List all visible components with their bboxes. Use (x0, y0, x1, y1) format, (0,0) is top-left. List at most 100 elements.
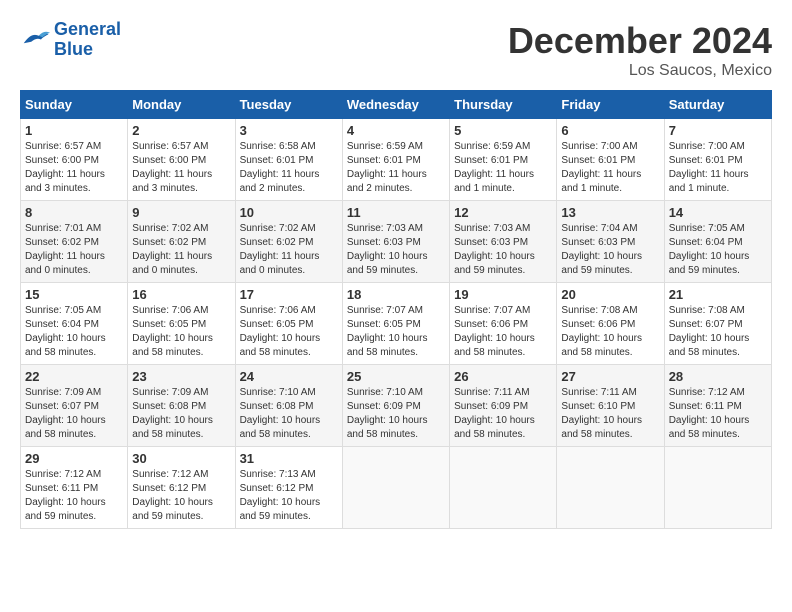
day-number: 20 (561, 287, 659, 302)
weekday-header-saturday: Saturday (664, 91, 771, 119)
calendar-cell: 6 Sunrise: 7:00 AM Sunset: 6:01 PM Daylig… (557, 119, 664, 201)
day-info: Sunrise: 7:01 AM Sunset: 6:02 PM Dayligh… (25, 222, 123, 278)
calendar-cell (450, 447, 557, 529)
day-info: Sunrise: 7:03 AM Sunset: 6:03 PM Dayligh… (347, 222, 445, 278)
day-info: Sunrise: 7:00 AM Sunset: 6:01 PM Dayligh… (561, 140, 659, 196)
day-info: Sunrise: 7:09 AM Sunset: 6:07 PM Dayligh… (25, 386, 123, 442)
calendar-cell (664, 447, 771, 529)
day-info: Sunrise: 7:07 AM Sunset: 6:05 PM Dayligh… (347, 304, 445, 360)
day-number: 31 (240, 451, 338, 466)
header: General Blue December 2024 Los Saucos, M… (20, 20, 772, 80)
weekday-header-friday: Friday (557, 91, 664, 119)
calendar-cell: 11Sunrise: 7:03 AM Sunset: 6:03 PM Dayli… (342, 201, 449, 283)
day-info: Sunrise: 7:11 AM Sunset: 6:10 PM Dayligh… (561, 386, 659, 442)
day-number: 15 (25, 287, 123, 302)
day-number: 7 (669, 123, 767, 138)
day-info: Sunrise: 7:05 AM Sunset: 6:04 PM Dayligh… (669, 222, 767, 278)
day-number: 8 (25, 205, 123, 220)
day-info: Sunrise: 6:57 AM Sunset: 6:00 PM Dayligh… (25, 140, 123, 196)
calendar-cell: 14 Sunrise: 7:05 AM Sunset: 6:04 PM Dayli… (664, 201, 771, 283)
day-number: 6 (561, 123, 659, 138)
day-info: Sunrise: 7:00 AM Sunset: 6:01 PM Dayligh… (669, 140, 767, 196)
day-info: Sunrise: 7:08 AM Sunset: 6:06 PM Dayligh… (561, 304, 659, 360)
calendar-cell: 5Sunrise: 6:59 AM Sunset: 6:01 PM Daylig… (450, 119, 557, 201)
day-number: 4 (347, 123, 445, 138)
calendar-cell: 9Sunrise: 7:02 AM Sunset: 6:02 PM Daylig… (128, 201, 235, 283)
calendar-cell: 15 Sunrise: 7:05 AM Sunset: 6:04 PM Dayli… (21, 283, 128, 365)
day-info: Sunrise: 6:57 AM Sunset: 6:00 PM Dayligh… (132, 140, 230, 196)
day-number: 14 (669, 205, 767, 220)
day-info: Sunrise: 7:06 AM Sunset: 6:05 PM Dayligh… (132, 304, 230, 360)
day-number: 24 (240, 369, 338, 384)
day-number: 10 (240, 205, 338, 220)
week-row-5: 29 Sunrise: 7:12 AM Sunset: 6:11 PM Dayli… (21, 447, 772, 529)
day-info: Sunrise: 7:05 AM Sunset: 6:04 PM Dayligh… (25, 304, 123, 360)
day-info: Sunrise: 7:03 AM Sunset: 6:03 PM Dayligh… (454, 222, 552, 278)
day-number: 5 (454, 123, 552, 138)
day-number: 1 (25, 123, 123, 138)
weekday-header-wednesday: Wednesday (342, 91, 449, 119)
day-info: Sunrise: 6:58 AM Sunset: 6:01 PM Dayligh… (240, 140, 338, 196)
weekday-header-sunday: Sunday (21, 91, 128, 119)
calendar-cell: 2 Sunrise: 6:57 AM Sunset: 6:00 PM Daylig… (128, 119, 235, 201)
calendar-cell: 25 Sunrise: 7:10 AM Sunset: 6:09 PM Dayli… (342, 365, 449, 447)
logo-general: General (54, 19, 121, 39)
day-number: 21 (669, 287, 767, 302)
day-info: Sunrise: 7:10 AM Sunset: 6:09 PM Dayligh… (347, 386, 445, 442)
calendar-cell: 31Sunrise: 7:13 AM Sunset: 6:12 PM Dayli… (235, 447, 342, 529)
weekday-header-monday: Monday (128, 91, 235, 119)
calendar-cell (557, 447, 664, 529)
calendar-cell: 12 Sunrise: 7:03 AM Sunset: 6:03 PM Dayli… (450, 201, 557, 283)
calendar-cell: 3 Sunrise: 6:58 AM Sunset: 6:01 PM Daylig… (235, 119, 342, 201)
calendar-cell: 13 Sunrise: 7:04 AM Sunset: 6:03 PM Dayli… (557, 201, 664, 283)
day-info: Sunrise: 7:12 AM Sunset: 6:11 PM Dayligh… (25, 468, 123, 524)
day-info: Sunrise: 7:07 AM Sunset: 6:06 PM Dayligh… (454, 304, 552, 360)
calendar-cell: 27Sunrise: 7:11 AM Sunset: 6:10 PM Dayli… (557, 365, 664, 447)
calendar-cell: 16 Sunrise: 7:06 AM Sunset: 6:05 PM Dayli… (128, 283, 235, 365)
logo-bird-icon (20, 27, 50, 52)
day-number: 29 (25, 451, 123, 466)
day-number: 19 (454, 287, 552, 302)
calendar-cell: 20 Sunrise: 7:08 AM Sunset: 6:06 PM Dayli… (557, 283, 664, 365)
logo-blue: Blue (54, 39, 93, 59)
day-info: Sunrise: 7:08 AM Sunset: 6:07 PM Dayligh… (669, 304, 767, 360)
title-section: December 2024 Los Saucos, Mexico (508, 20, 772, 80)
day-info: Sunrise: 7:02 AM Sunset: 6:02 PM Dayligh… (132, 222, 230, 278)
day-number: 13 (561, 205, 659, 220)
day-number: 3 (240, 123, 338, 138)
calendar-cell: 18Sunrise: 7:07 AM Sunset: 6:05 PM Dayli… (342, 283, 449, 365)
month-title: December 2024 (508, 20, 772, 62)
day-number: 22 (25, 369, 123, 384)
day-info: Sunrise: 7:11 AM Sunset: 6:09 PM Dayligh… (454, 386, 552, 442)
calendar-cell: 17Sunrise: 7:06 AM Sunset: 6:05 PM Dayli… (235, 283, 342, 365)
weekday-header-thursday: Thursday (450, 91, 557, 119)
day-info: Sunrise: 7:09 AM Sunset: 6:08 PM Dayligh… (132, 386, 230, 442)
logo: General Blue (20, 20, 121, 60)
weekday-header-row: SundayMondayTuesdayWednesdayThursdayFrid… (21, 91, 772, 119)
day-number: 12 (454, 205, 552, 220)
calendar-cell: 21 Sunrise: 7:08 AM Sunset: 6:07 PM Dayli… (664, 283, 771, 365)
day-info: Sunrise: 7:12 AM Sunset: 6:12 PM Dayligh… (132, 468, 230, 524)
calendar-cell: 28Sunrise: 7:12 AM Sunset: 6:11 PM Dayli… (664, 365, 771, 447)
day-number: 30 (132, 451, 230, 466)
week-row-4: 22 Sunrise: 7:09 AM Sunset: 6:07 PM Dayli… (21, 365, 772, 447)
calendar-cell: 10Sunrise: 7:02 AM Sunset: 6:02 PM Dayli… (235, 201, 342, 283)
week-row-3: 15 Sunrise: 7:05 AM Sunset: 6:04 PM Dayli… (21, 283, 772, 365)
calendar-cell: 24 Sunrise: 7:10 AM Sunset: 6:08 PM Dayli… (235, 365, 342, 447)
day-number: 2 (132, 123, 230, 138)
day-info: Sunrise: 7:04 AM Sunset: 6:03 PM Dayligh… (561, 222, 659, 278)
week-row-2: 8 Sunrise: 7:01 AM Sunset: 6:02 PM Daylig… (21, 201, 772, 283)
day-number: 26 (454, 369, 552, 384)
day-info: Sunrise: 7:10 AM Sunset: 6:08 PM Dayligh… (240, 386, 338, 442)
weekday-header-tuesday: Tuesday (235, 91, 342, 119)
week-row-1: 1 Sunrise: 6:57 AM Sunset: 6:00 PM Daylig… (21, 119, 772, 201)
calendar-cell: 19 Sunrise: 7:07 AM Sunset: 6:06 PM Dayli… (450, 283, 557, 365)
calendar-cell: 22 Sunrise: 7:09 AM Sunset: 6:07 PM Dayli… (21, 365, 128, 447)
day-number: 25 (347, 369, 445, 384)
calendar-cell (342, 447, 449, 529)
day-number: 23 (132, 369, 230, 384)
location: Los Saucos, Mexico (508, 62, 772, 80)
calendar-cell: 30 Sunrise: 7:12 AM Sunset: 6:12 PM Dayli… (128, 447, 235, 529)
day-number: 17 (240, 287, 338, 302)
day-number: 16 (132, 287, 230, 302)
